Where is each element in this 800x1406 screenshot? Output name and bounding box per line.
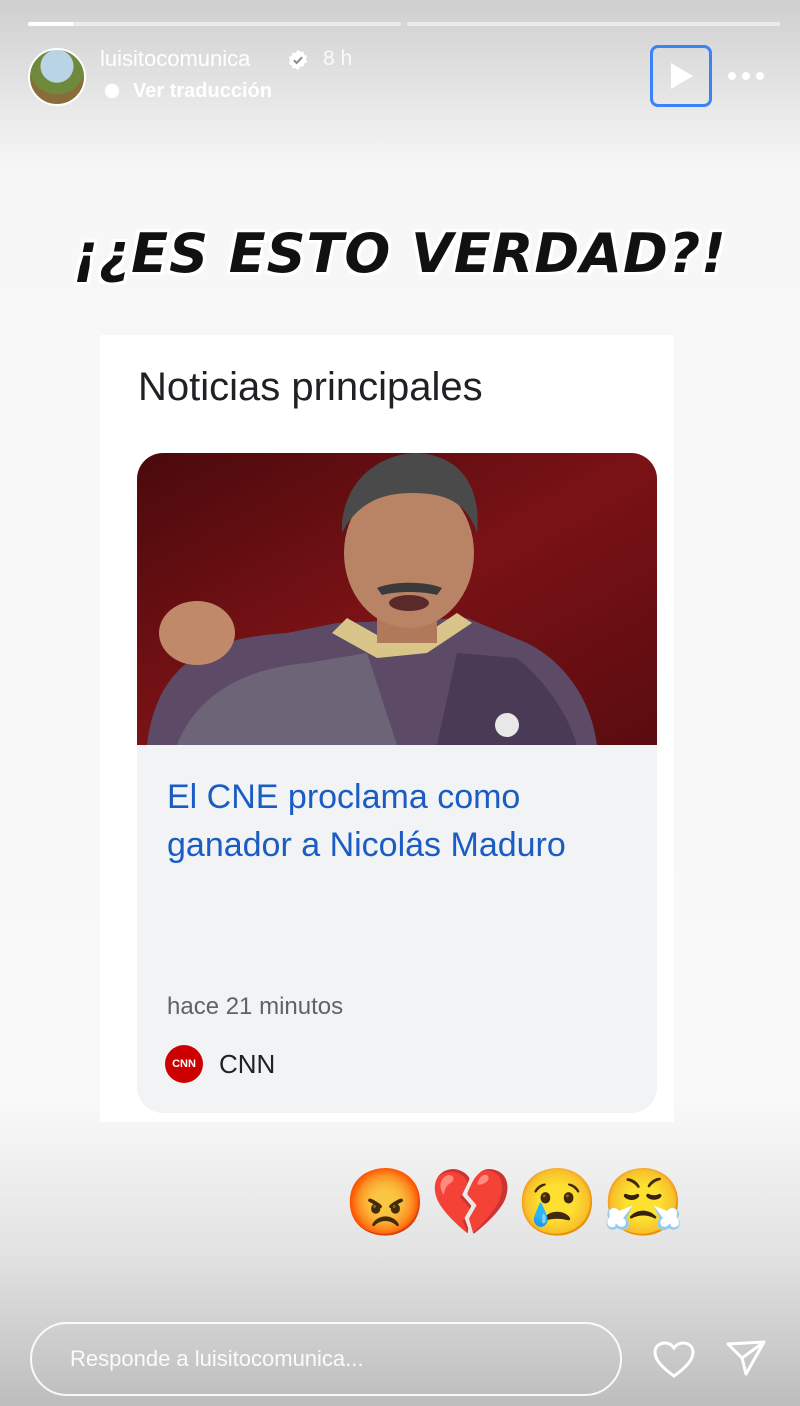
translate-link[interactable]: Ver traducción [133,80,272,103]
article-headline: El CNE proclama como ganador a Nicolás M… [167,778,566,864]
play-button[interactable] [650,45,712,107]
story-progress [28,22,780,26]
heart-icon[interactable] [652,1340,696,1380]
post-time: 8 h [323,47,353,70]
translate-icon[interactable] [103,82,121,100]
news-section-title: Noticias principales [138,365,483,409]
story-headline-text: ¡¿ES ESTO VERDAD?! [73,222,727,285]
send-icon[interactable] [724,1338,768,1378]
play-icon [671,63,693,89]
emoji-stickers: 😡 💔 😢 😤 [344,1162,685,1242]
verified-badge-icon [288,49,308,71]
article-time: hace 21 minutos [167,993,344,1020]
news-screenshot: Noticias principales El CNE proclama com… [100,335,674,1122]
cnn-logo-icon: CNN [165,1045,203,1083]
more-options-icon[interactable] [726,66,766,86]
source-logo-text: CNN [172,1058,196,1070]
progress-segment-2 [407,22,780,26]
reply-field[interactable] [30,1322,622,1396]
username[interactable]: luisitocomunica [100,46,250,72]
story-viewer[interactable]: luisitocomunica 8 h Ver traducción ¡¿ES … [0,0,800,1406]
article-photo [137,453,657,745]
steam-face-emoji: 😤 [602,1165,685,1239]
progress-segment-1 [28,22,401,26]
news-article-card: El CNE proclama como ganador a Nicolás M… [137,453,657,1113]
crying-face-emoji: 😢 [516,1165,599,1239]
reply-input[interactable] [68,1345,592,1373]
avatar[interactable] [28,48,86,106]
article-source: CNN [219,1049,276,1079]
broken-heart-emoji: 💔 [430,1165,513,1239]
angry-face-emoji: 😡 [344,1165,427,1239]
